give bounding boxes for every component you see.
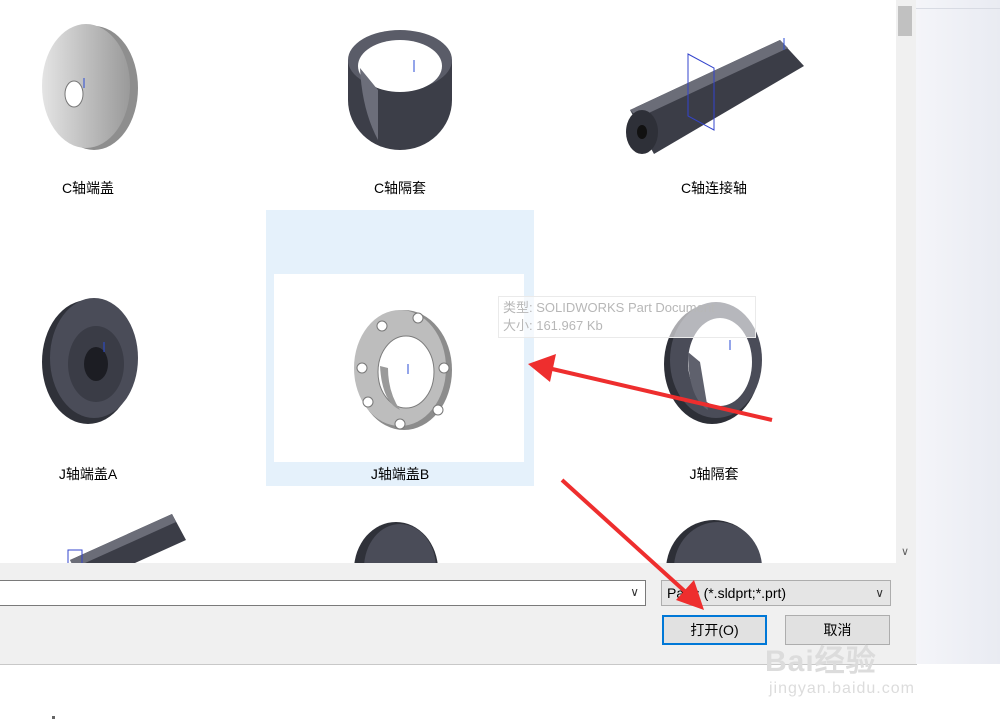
file-tile-j-end-cap-a[interactable]: J轴端盖A [0,210,222,486]
filetype-value: Parts (*.sldprt;*.prt) [667,585,787,601]
ring-part-icon [666,520,762,563]
filetype-select[interactable]: Parts (*.sldprt;*.prt) ∨ [661,580,891,606]
chevron-down-icon[interactable]: ∨ [896,544,914,560]
file-label: C轴隔套 [373,180,427,196]
open-file-dialog: C轴端盖 C轴隔套 C轴连接轴 J轴端盖A J轴端盖B J轴隔套 类型: SOL… [0,0,917,665]
tooltip-size: 大小: 161.967 Kb [503,318,603,333]
ring-part-icon [348,30,452,150]
bolt-flange-part-icon [354,310,452,430]
file-label: J轴端盖B [370,466,430,482]
file-label: J轴端盖A [58,466,118,482]
disc-part-icon [42,24,138,150]
file-info-tooltip: 类型: SOLIDWORKS Part Document 大小: 161.967… [498,296,756,338]
chevron-down-icon[interactable]: ∨ [630,585,639,599]
watermark-brand: Bai经验 [765,645,877,678]
divider [916,8,1000,9]
open-button[interactable]: 打开(O) [662,615,767,645]
shaft-part-icon [626,38,804,154]
file-label: C轴连接轴 [680,180,748,196]
chevron-down-icon[interactable]: ∨ [875,581,884,605]
flanged-disc-part-icon [354,522,438,563]
watermark-url: jingyan.baidu.com [769,680,915,697]
flanged-disc-part-icon [42,298,138,424]
file-tile-j-end-cap-b[interactable]: J轴端盖B [266,210,534,486]
baidu-watermark: Bai经验 jingyan.baidu.com [765,636,995,706]
filename-input[interactable]: ∨ [0,580,646,606]
tooltip-type: 类型: SOLIDWORKS Part Document [503,300,715,315]
file-label: J轴隔套 [689,466,739,482]
vertical-scrollbar[interactable]: ∨ [896,0,914,563]
scrollbar-thumb[interactable] [898,6,912,36]
file-thumbnail-grid: C轴端盖 C轴隔套 C轴连接轴 J轴端盖A J轴端盖B J轴隔套 类型: SOL… [0,0,896,563]
file-label: C轴端盖 [61,180,115,196]
divider [52,716,55,719]
background-window [916,0,1000,664]
shaft-part-icon [67,514,186,563]
file-tile-j-spacer[interactable]: J轴隔套 [580,210,848,486]
